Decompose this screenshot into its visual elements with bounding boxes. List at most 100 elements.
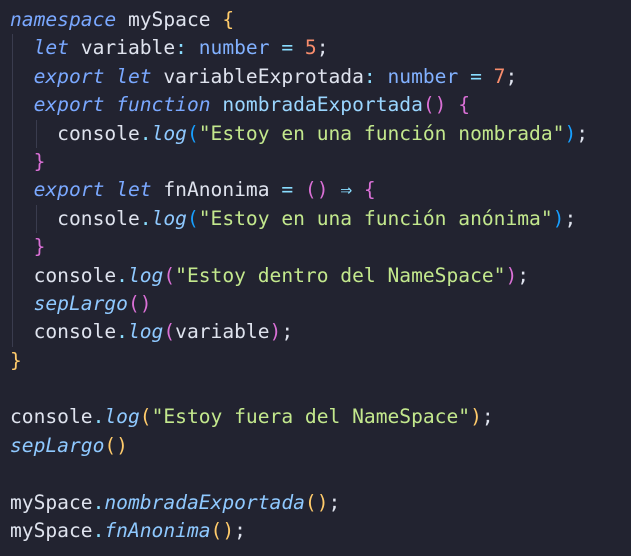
code-line[interactable]: } [10,233,631,262]
code-line[interactable]: namespace mySpace { [10,6,631,34]
indent-guide [12,204,13,234]
code-token: "Estoy en una función nombrada" [198,121,565,145]
code-token: sepLargo [33,291,128,315]
code-line[interactable]: let variable: number = 5; [10,34,631,63]
indent-guide [12,176,13,205]
code-line[interactable]: mySpace.fnAnonima(); [10,517,631,545]
code-token: ; [505,64,518,88]
code-token: console [10,206,140,230]
code-token: } [33,149,46,173]
code-token: ; [576,121,589,145]
code-token: ⇒ [340,178,353,202]
code-token: "Estoy fuera del NameSpace" [151,405,471,429]
indent-guide [12,119,13,148]
code-token: ; [481,405,494,429]
code-token: fnAnonima [151,178,282,202]
code-token: . [92,519,105,543]
indent-guide [36,119,38,148]
code-token: . [116,320,128,344]
code-token: namespace [10,8,117,31]
indent-guide [12,289,13,319]
code-token: export [33,178,105,202]
code-token: log [151,206,187,230]
code-line[interactable]: export let variableExprotada: number = 7… [10,62,631,92]
code-token: nombradaExportada [104,490,305,514]
code-line[interactable] [10,460,631,488]
code-line[interactable] [10,375,631,403]
indent-guide [12,62,13,92]
code-line[interactable]: console.log("Estoy fuera del NameSpace")… [10,403,631,431]
code-token: ; [564,206,577,230]
code-token: mySpace [116,8,223,31]
code-line[interactable]: } [10,147,631,177]
code-token: mySpace [10,490,93,514]
code-token: let [116,64,152,88]
code-token: = [281,178,294,202]
code-token: = [470,64,482,88]
code-token: mySpace [10,519,93,543]
code-token: { [222,8,235,31]
code-token: log [127,320,164,344]
code-token: . [116,263,128,287]
code-token: ) [552,206,565,230]
code-token: number [198,36,270,60]
code-token: log [127,263,164,287]
code-line[interactable]: sepLargo() [10,432,631,460]
code-token: . [92,405,105,429]
code-token: { [458,93,471,117]
code-token: ) [505,263,518,287]
code-token: : [363,64,376,88]
indent-guide [12,91,13,120]
code-token: ; [316,36,329,60]
indent-guide [12,318,13,347]
code-token: ( [163,320,176,344]
code-token: () [304,490,329,514]
code-token: } [33,235,46,259]
code-token: ; [328,490,341,514]
code-token: number [387,64,459,88]
code-line[interactable]: export let fnAnonima = () ⇒ { [10,176,631,205]
code-token: ) [269,320,282,344]
code-token: ; [281,320,294,344]
code-token: nombradaExportada [222,93,423,117]
indent-guide [12,147,13,177]
code-token: 5 [304,36,317,60]
code-line[interactable]: console.log("Estoy dentro del NameSpace"… [10,261,631,290]
code-line[interactable]: console.log("Estoy en una función nombra… [10,119,631,148]
code-token: variable [175,320,270,344]
code-line[interactable]: mySpace.nombradaExportada(); [10,489,631,517]
code-line[interactable]: console.log(variable); [10,318,631,347]
code-token: } [10,348,22,372]
indent-guide [36,204,38,234]
code-line[interactable]: } [10,347,631,375]
code-line[interactable]: console.log("Estoy en una función anónim… [10,204,631,234]
code-token: "Estoy en una función anónima" [198,206,553,230]
code-token: variableExprotada [151,64,364,88]
code-token: () [104,433,128,457]
code-line[interactable]: sepLargo() [10,289,631,319]
code-token: . [92,490,105,514]
code-line[interactable]: export function nombradaExportada() { [10,91,631,120]
code-editor[interactable]: namespace mySpace { let variable: number… [0,0,631,556]
code-token: sepLargo [10,433,105,457]
code-token: { [363,178,376,202]
code-token: ) [470,405,482,429]
indent-guide [12,233,13,262]
code-token: ) [564,121,577,145]
